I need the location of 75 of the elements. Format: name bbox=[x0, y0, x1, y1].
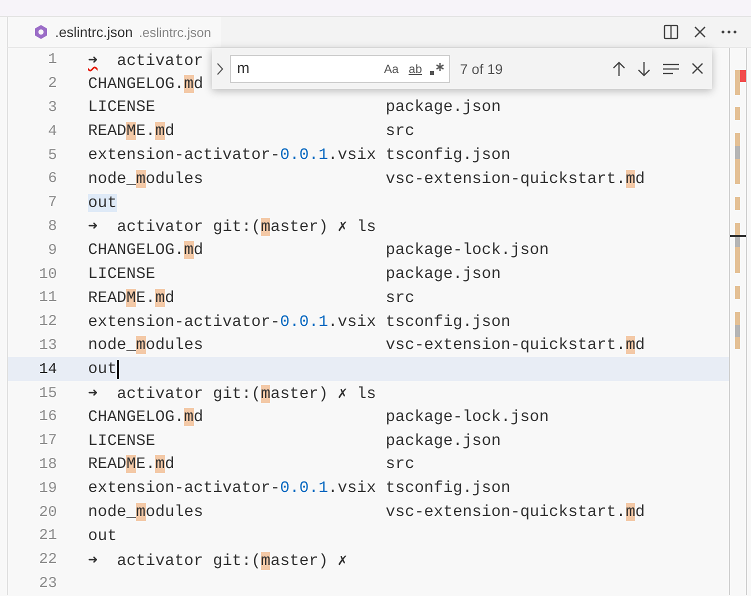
regex-icon[interactable] bbox=[429, 62, 445, 76]
line-number: 14 bbox=[38, 360, 57, 378]
code-text: ➜ activator bbox=[88, 50, 204, 70]
line-number: 4 bbox=[46, 122, 57, 140]
close-icon[interactable] bbox=[691, 62, 704, 75]
code-text: LICENSE bbox=[88, 98, 156, 116]
code-text: src bbox=[386, 455, 414, 474]
line-number: 6 bbox=[46, 170, 57, 188]
code-text: tsconfig.json bbox=[386, 312, 510, 331]
close-icon[interactable] bbox=[693, 25, 707, 39]
code-text: package.json bbox=[386, 265, 501, 284]
code-text: vsc-extension-quickstart.md bbox=[386, 170, 645, 188]
line-number: 19 bbox=[38, 480, 57, 497]
code-text: vsc-extension-quickstart.md bbox=[386, 336, 645, 354]
line-number: 12 bbox=[38, 313, 57, 330]
code-text: vsc-extension-quickstart.md bbox=[386, 503, 645, 522]
code-text: CHANGELOG.md bbox=[88, 74, 204, 93]
arrow-up-icon[interactable] bbox=[612, 60, 626, 76]
editor-tab[interactable]: .eslintrc.json .eslintrc.json bbox=[8, 17, 222, 47]
code-text: package-lock.json bbox=[386, 241, 549, 260]
lines-icon[interactable] bbox=[662, 62, 680, 74]
code-text: package-lock.json bbox=[386, 408, 549, 426]
line-number: 13 bbox=[38, 336, 57, 354]
line-number: 5 bbox=[46, 146, 57, 164]
line-number: 21 bbox=[38, 527, 57, 544]
match-case-toggle[interactable]: Aa bbox=[380, 60, 402, 78]
whole-word-toggle[interactable]: ab bbox=[406, 60, 425, 78]
line-number: 8 bbox=[46, 218, 57, 235]
split-editor-icon[interactable] bbox=[663, 24, 679, 40]
code-text: out bbox=[88, 360, 117, 378]
chevron-right-icon[interactable] bbox=[216, 62, 224, 76]
hexagon-icon bbox=[33, 24, 49, 40]
line-number: 7 bbox=[46, 194, 57, 212]
line-number: 22 bbox=[38, 551, 57, 568]
code-text: ➜ activator git:(master) ✗ bbox=[88, 550, 348, 570]
code-text: node_modules bbox=[88, 336, 204, 354]
code-text: extension-activator-0.0.1.vsix bbox=[88, 312, 376, 331]
code-text: tsconfig.json bbox=[386, 146, 510, 164]
line-number: 10 bbox=[38, 266, 57, 283]
code-text: LICENSE bbox=[88, 432, 156, 450]
line-number: 1 bbox=[46, 51, 57, 68]
code-text: extension-activator-0.0.1.vsix bbox=[88, 479, 376, 498]
find-input[interactable]: m bbox=[237, 60, 377, 77]
code-text: out bbox=[88, 194, 117, 212]
line-number: 11 bbox=[38, 289, 57, 306]
code-text: package.json bbox=[386, 98, 501, 116]
find-field[interactable]: m Aa ab bbox=[230, 54, 450, 82]
code-text: node_modules bbox=[88, 503, 204, 522]
more-icon[interactable] bbox=[721, 30, 737, 34]
code-text: README.md bbox=[88, 122, 174, 140]
code-text: src bbox=[386, 288, 414, 307]
line-number: 20 bbox=[38, 504, 57, 521]
line-number: 16 bbox=[38, 408, 57, 426]
code-text: out bbox=[88, 526, 117, 545]
line-number: 15 bbox=[38, 384, 57, 402]
code-text: node_modules bbox=[88, 170, 204, 188]
line-number: 17 bbox=[38, 432, 57, 450]
code-text: extension-activator-0.0.1.vsix bbox=[88, 146, 376, 164]
arrow-down-icon[interactable] bbox=[637, 60, 651, 76]
code-text: LICENSE bbox=[88, 265, 156, 284]
line-number: 2 bbox=[46, 75, 57, 92]
code-text: CHANGELOG.md bbox=[88, 408, 204, 426]
line-number: 9 bbox=[46, 242, 57, 259]
code-text: README.md bbox=[88, 288, 174, 307]
code-text: ➜ activator git:(master) ✗ ls bbox=[88, 217, 376, 236]
code-text: README.md bbox=[88, 455, 174, 474]
code-text: tsconfig.json bbox=[386, 479, 510, 498]
code-text: ➜ activator git:(master) ✗ ls bbox=[88, 384, 376, 404]
line-number: 18 bbox=[38, 456, 57, 473]
line-number: 3 bbox=[46, 98, 57, 116]
line-number: 23 bbox=[38, 574, 57, 592]
match-count: 7 of 19 bbox=[460, 60, 504, 76]
code-text: package.json bbox=[386, 432, 501, 450]
code-text: CHANGELOG.md bbox=[88, 241, 204, 260]
code-text: src bbox=[386, 122, 414, 140]
